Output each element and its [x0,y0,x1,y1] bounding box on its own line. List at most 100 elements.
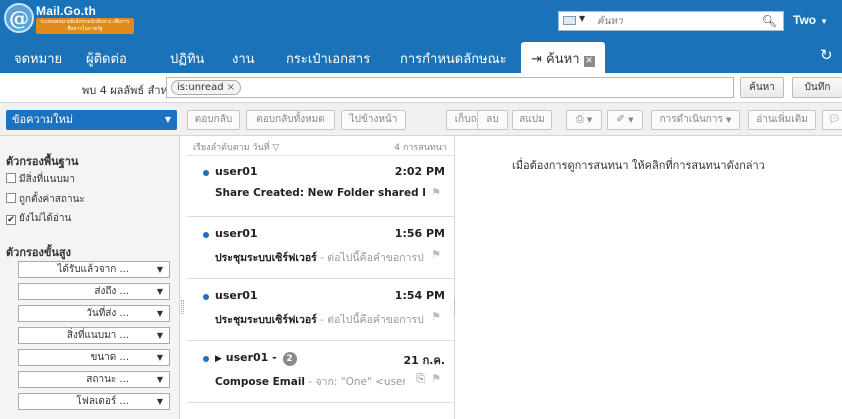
dropdown-label: ขนาด ... [90,352,130,363]
mail-icon[interactable] [563,16,576,25]
query-field[interactable]: is:unread × [166,77,734,98]
chevron-down-icon: ▼ [156,309,163,318]
filter-has-attachment[interactable]: มีสิ่งที่แนบมา [6,172,75,187]
checkbox-checked[interactable]: ✔ [6,215,16,225]
search-button[interactable]: ค้นหา [740,77,784,98]
message-fragment: - จาก: "One" <user01@ [308,376,405,388]
list-item[interactable]: user01 1:56 PM ประชุมระบบเซิร์ฟเวอร์ - ต… [187,218,455,279]
tag-icon: ✐ [616,114,625,125]
flag-icon[interactable]: ⚑ [431,248,441,261]
delete-button[interactable]: ลบ [477,110,508,130]
tab-search[interactable]: ⇥ ค้นหา ✕ [521,42,605,73]
close-icon[interactable]: × [227,82,235,93]
search-box: ▼ 🔍︎ [558,11,784,31]
chevron-down-icon: ▼ [156,287,163,296]
tag-button[interactable]: ✐ ▼ [607,110,643,130]
chevron-down-icon: ▼ [726,116,732,124]
sort-icon: ▽ [272,143,280,153]
dropdown-label: สิ่งที่แนบมา ... [66,330,129,341]
filter-attachment[interactable]: สิ่งที่แนบมา ... ▼ [18,327,170,344]
chevron-down-icon: ▼ [820,17,829,26]
filter-flagged[interactable]: ถูกตั้งค่าสถานะ [6,192,85,207]
search-input[interactable] [597,14,757,29]
user-name: Two [793,13,817,27]
flag-icon[interactable]: ⚑ [431,310,441,323]
save-search-button[interactable]: บันทึก [792,77,842,98]
unread-dot-icon[interactable] [203,170,209,176]
chevron-down-icon: ▼ [628,116,634,124]
subject-text: ประชุมระบบเซิร์ฟเวอร์ [215,314,317,326]
filter-sent-to[interactable]: ส่งถึง ... ▼ [18,283,170,300]
chat-button[interactable]: 💬︎ [822,110,842,130]
checkbox[interactable] [6,193,16,203]
logo-badge: ระบบจดหมายอิเล็กทรอนิกส์กลาง เพื่อการสื่… [36,18,134,34]
pane-splitter[interactable] [181,300,184,314]
chevron-down-icon[interactable]: ▼ [165,110,171,130]
actions-label: การดำเนินการ [659,114,723,125]
printer-icon: ⎙ [575,114,584,125]
subject-text: ประชุมระบบเซิร์ฟเวอร์ [215,252,317,264]
tab-calendar[interactable]: ปฏิทิน [170,48,204,69]
chevron-down-icon: ▼ [156,397,163,406]
unread-dot-icon[interactable] [203,356,209,362]
search-icon[interactable]: 🔍︎ [762,14,777,28]
logo-title: Mail.Go.th [36,4,96,18]
filter-size[interactable]: ขนาด ... ▼ [18,349,170,366]
list-item[interactable]: ▶ user01 - 2 21 ก.ค. Compose Email - จาก… [187,342,455,403]
chevron-down-icon: ▼ [156,375,163,384]
forward-button[interactable]: ไปข้างหน้า [341,110,406,130]
filter-folder[interactable]: โฟลเดอร์ ... ▼ [18,393,170,410]
filter-status[interactable]: สถานะ ... ▼ [18,371,170,388]
new-message-button[interactable]: ข้อความใหม่ ▼ [6,110,177,130]
filter-date-sent[interactable]: วันที่ส่ง ... ▼ [18,305,170,322]
list-item[interactable]: user01 1:54 PM ประชุมระบบเซิร์ฟเวอร์ - ต… [187,280,455,341]
reply-all-button[interactable]: ตอบกลับทั้งหมด [246,110,335,130]
tab-search-label: ค้นหา [546,52,580,67]
reply-button[interactable]: ตอบกลับ [187,110,240,130]
user-menu[interactable]: Two ▼ [793,13,828,27]
message-subject: Share Created: New Folder shared by One [215,187,425,199]
message-sender: user01 [215,165,258,178]
spam-button[interactable]: สแปม [512,110,552,130]
query-chip[interactable]: is:unread × [171,80,241,95]
expand-arrow-icon[interactable]: ▶ [215,354,222,364]
tab-preferences[interactable]: การกำหนดลักษณะ [400,48,507,69]
dropdown-label: โฟลเดอร์ ... [76,396,129,407]
read-more-button[interactable]: อ่านเพิ่มเติม [748,110,816,130]
refresh-icon[interactable]: ↻ [820,46,833,64]
list-item[interactable]: user01 2:02 PM Share Created: New Folder… [187,156,455,217]
app-tabs: จดหมาย ผู้ติดต่อ ปฏิทิน งาน กระเป๋าเอกสา… [0,38,842,73]
toolbar: ข้อความใหม่ ▼ ตอบกลับ ตอบกลับทั้งหมด ไปข… [0,103,842,136]
flag-icon[interactable]: ⚑ [431,186,441,199]
dropdown-label: ได้รับแล้วจาก ... [57,264,129,275]
message-subject: Compose Email - จาก: "One" <user01@ [215,373,405,390]
tab-contacts[interactable]: ผู้ติดต่อ [86,48,127,69]
unread-dot-icon[interactable] [203,294,209,300]
close-icon[interactable]: ✕ [583,56,595,67]
top-header: @ Mail.Go.th ระบบจดหมายอิเล็กทรอนิกส์กลา… [0,0,842,73]
checkbox[interactable] [6,173,16,183]
filter-received-from[interactable]: ได้รับแล้วจาก ... ▼ [18,261,170,278]
tab-mail[interactable]: จดหมาย [14,48,62,69]
actions-button[interactable]: การดำเนินการ ▼ [651,110,740,130]
sort-control[interactable]: เรียงลำดับตาม วันที่ ▽ [193,140,279,154]
message-list: เรียงลำดับตาม วันที่ ▽ 4 การสนทนา user01… [187,136,455,419]
message-sender: user01 [215,227,258,240]
filter-unread[interactable]: ✔ ยังไม่ได้อ่าน [6,211,71,226]
tab-tasks[interactable]: งาน [232,48,255,69]
filter-label: ยังไม่ได้อ่าน [19,213,72,224]
pin-icon: ⇥ [531,52,542,67]
subject-text: Compose Email [215,376,306,388]
flag-icon[interactable]: ⚑ [431,372,441,385]
chat-icon: 💬︎ [827,114,841,125]
message-subject: ประชุมระบบเซิร์ฟเวอร์ - ต่อไปนี้คือคำขอก… [215,249,425,266]
unread-dot-icon[interactable] [203,232,209,238]
filter-label: มีสิ่งที่แนบมา [19,174,76,185]
chevron-down-icon[interactable]: ▼ [579,14,585,23]
logo-at-icon: @ [4,3,34,33]
app-logo[interactable]: @ Mail.Go.th ระบบจดหมายอิเล็กทรอนิกส์กลา… [0,0,140,38]
chevron-down-icon: ▼ [156,331,163,340]
tab-briefcase[interactable]: กระเป๋าเอกสาร [286,48,370,69]
print-button[interactable]: ⎙ ▼ [566,110,602,130]
message-fragment: - ต่อไปนี้คือคำขอการป [316,252,424,264]
